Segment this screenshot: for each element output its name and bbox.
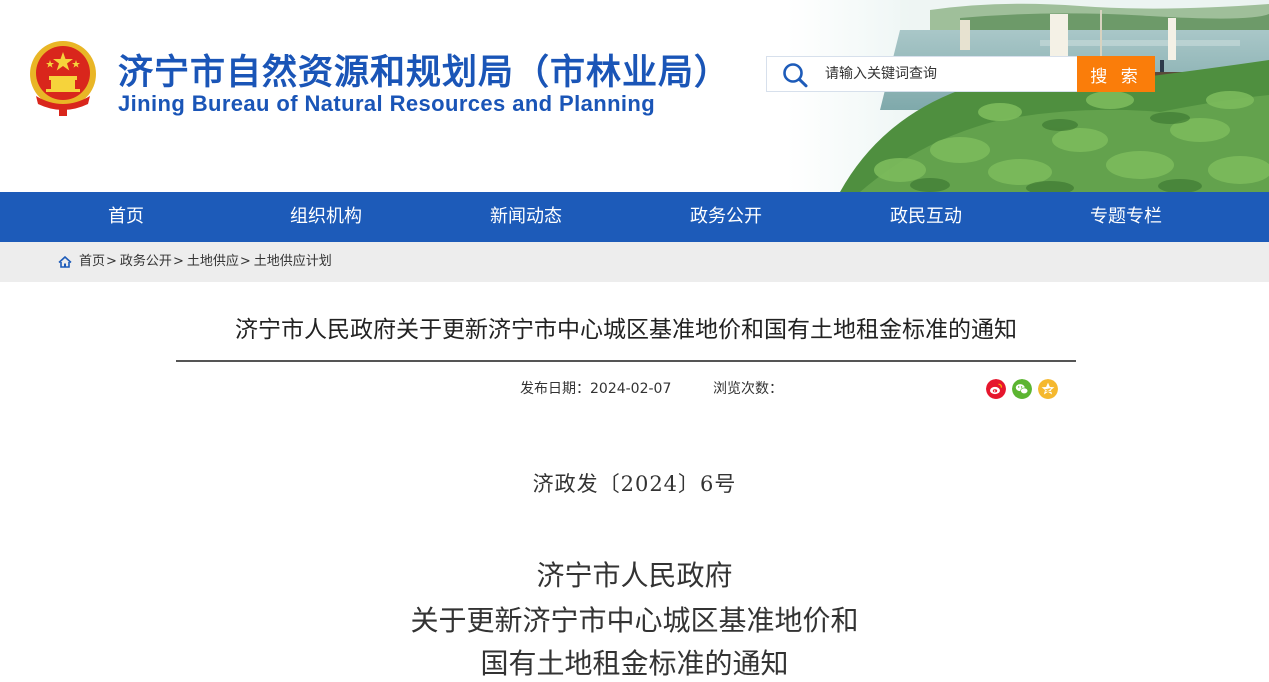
article-heading-line-1: 济宁市人民政府 [536, 559, 733, 592]
search-icon [783, 63, 808, 88]
site-title-chinese: 济宁市自然资源和规划局（市林业局） [118, 53, 731, 93]
national-emblem-logo [30, 41, 96, 116]
breadcrumb-separator: > [172, 254, 184, 269]
nav-item-interaction[interactable]: 政民互动 [826, 192, 1026, 242]
article-heading-line-2: 关于更新济宁市中心城区基准地价和 [410, 604, 859, 637]
search-box: 搜 索 [766, 56, 1155, 92]
publish-date-label: 发布日期： [520, 381, 590, 397]
site-header: 济宁市自然资源和规划局（市林业局） Jining Bureau of Natur… [0, 0, 1269, 192]
nav-item-home[interactable]: 首页 [26, 192, 226, 242]
publish-date: 发布日期：2024-02-07 [520, 378, 671, 398]
search-button[interactable]: 搜 索 [1077, 56, 1155, 92]
article-title: 济宁市人民政府关于更新济宁市中心城区基准地价和国有土地租金标准的通知 [235, 317, 1017, 343]
nav-item-news[interactable]: 新闻动态 [426, 192, 626, 242]
breadcrumb-link-land-supply-plan[interactable]: 土地供应计划 [254, 242, 332, 282]
article-heading-line-3: 国有土地租金标准的通知 [480, 647, 789, 680]
breadcrumb-link-government-affairs[interactable]: 政务公开 [120, 242, 172, 282]
main-nav: 首页 组织机构 新闻动态 政务公开 政民互动 专题专栏 [0, 192, 1269, 242]
title-divider [176, 360, 1076, 362]
site-title-english: Jining Bureau of Natural Resources and P… [118, 91, 656, 116]
publish-date-value: 2024-02-07 [590, 381, 672, 397]
breadcrumb-bar: 首页 > 政务公开 > 土地供应 > 土地供应计划 [0, 242, 1269, 282]
nav-item-special-topics[interactable]: 专题专栏 [1026, 192, 1226, 242]
nav-item-organization[interactable]: 组织机构 [226, 192, 426, 242]
view-count-label: 浏览次数： [713, 381, 783, 397]
breadcrumb: 首页 > 政务公开 > 土地供应 > 土地供应计划 [58, 242, 332, 282]
search-input[interactable] [825, 61, 1075, 87]
home-icon [58, 256, 72, 268]
weibo-icon[interactable] [986, 379, 1006, 399]
view-count: 浏览次数： [713, 378, 783, 398]
nav-item-government-affairs[interactable]: 政务公开 [626, 192, 826, 242]
breadcrumb-separator: > [106, 254, 117, 269]
wechat-icon[interactable] [1012, 379, 1032, 399]
breadcrumb-link-land-supply[interactable]: 土地供应 [187, 242, 239, 282]
breadcrumb-link-home[interactable]: 首页 [79, 242, 105, 282]
qq-zone-icon[interactable] [1038, 379, 1058, 399]
document-number: 济政发〔2024〕6号 [532, 472, 737, 496]
breadcrumb-separator: > [239, 254, 251, 269]
